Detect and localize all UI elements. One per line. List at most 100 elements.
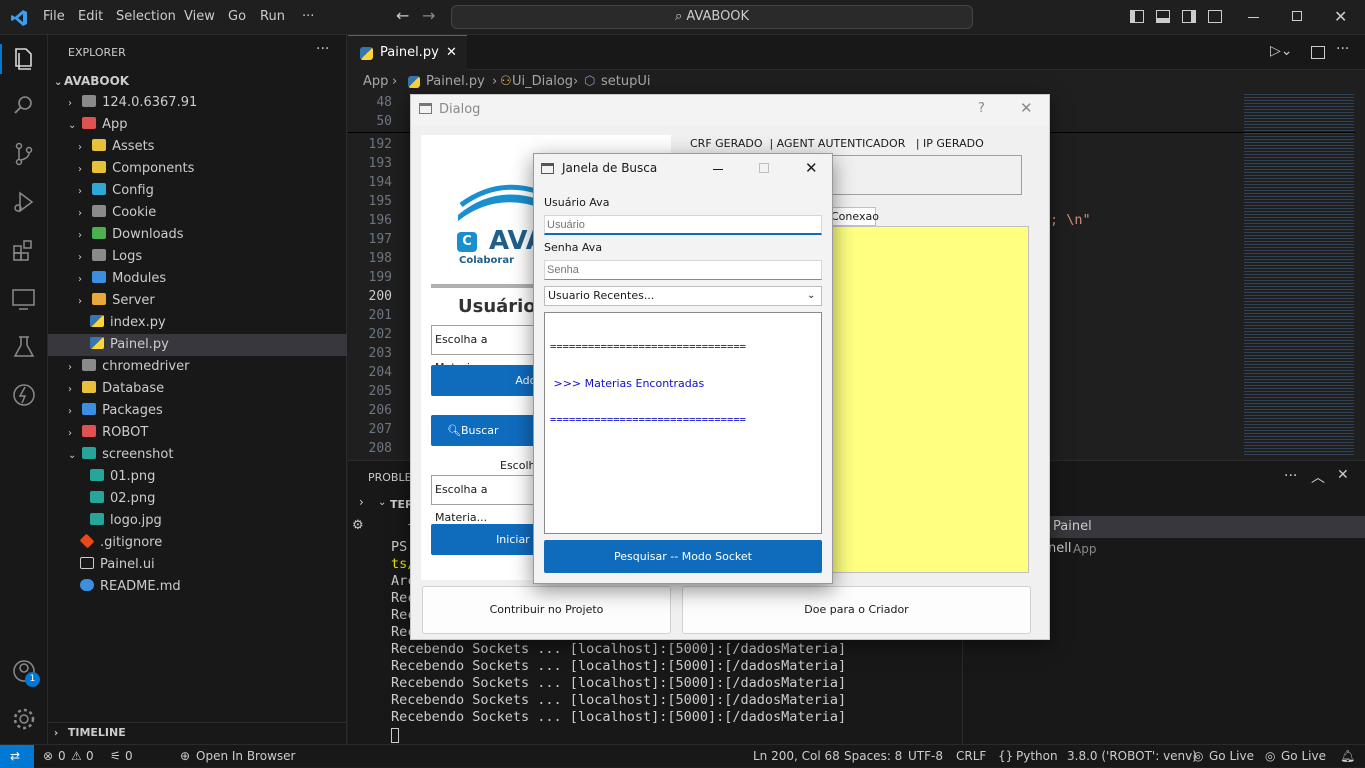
back-arrow-icon[interactable]: ←	[396, 6, 409, 25]
tree-item[interactable]: ⌄ screenshot	[48, 444, 347, 466]
minimize-icon[interactable]	[1248, 17, 1259, 18]
toggle-sidebar-icon[interactable]	[1130, 10, 1144, 23]
tree-item[interactable]: › Assets	[48, 136, 347, 158]
command-center[interactable]: ⌕ AVABOOK	[451, 5, 973, 29]
tree-item[interactable]: › Modules	[48, 268, 347, 290]
scrollbar[interactable]	[1355, 94, 1365, 456]
contribuir-button[interactable]: Contribuir no Projeto	[422, 586, 671, 634]
remote-explorer-icon[interactable]	[10, 285, 38, 313]
tree-item[interactable]: ⌄ App	[48, 114, 347, 136]
tree-item[interactable]: › ROBOT	[48, 422, 347, 444]
language-mode[interactable]: Python	[1016, 749, 1058, 763]
pesquisar-button[interactable]: Pesquisar -- Modo Socket	[544, 540, 822, 573]
errors-icon[interactable]: ⊗	[43, 749, 53, 763]
maximize-panel-icon[interactable]: ︿	[1311, 467, 1325, 487]
cursor-position[interactable]: Ln 200, Col 68	[753, 749, 840, 763]
menu-more[interactable]: ···	[302, 9, 314, 24]
more-actions-icon[interactable]: ···	[316, 41, 329, 57]
indentation[interactable]: Spaces: 8	[844, 749, 902, 763]
tree-item[interactable]: › Logs	[48, 246, 347, 268]
restore-icon[interactable]	[1292, 11, 1302, 21]
search-icon[interactable]	[10, 92, 38, 120]
tree-item[interactable]: logo.jpg	[48, 510, 347, 532]
run-file-icon[interactable]: ▷⌄	[1270, 43, 1293, 59]
breadcrumb-app[interactable]: App	[363, 71, 388, 93]
source-control-icon[interactable]	[10, 140, 38, 168]
terminal-icon[interactable]: ⚙	[352, 518, 364, 533]
tree-item[interactable]: › chromedriver	[48, 356, 347, 378]
settings-gear-icon[interactable]	[10, 705, 38, 733]
customize-layout-icon[interactable]	[1208, 10, 1222, 23]
buscar-materia-button[interactable]: 🔍︎Buscar Materia	[431, 415, 541, 468]
close-panel-icon[interactable]: ✕	[1337, 467, 1349, 483]
menu-view[interactable]: View	[184, 9, 215, 24]
doe-button[interactable]: Doe para o Criador	[682, 586, 1031, 634]
line-endings[interactable]: CRLF	[956, 749, 986, 763]
explorer-icon[interactable]	[10, 45, 38, 73]
close-window-icon[interactable]: ✕	[1334, 7, 1347, 26]
materia-combo-2[interactable]: Escolha a Materia...	[431, 475, 541, 524]
close-busca-icon[interactable]: ✕	[805, 159, 818, 177]
tree-item[interactable]: › Cookie	[48, 202, 347, 224]
tree-item[interactable]: Painel.ui	[48, 554, 347, 576]
ports-icon[interactable]: ⚟	[110, 749, 121, 763]
tree-item[interactable]: › Packages	[48, 400, 347, 422]
help-button[interactable]: ?	[978, 101, 985, 116]
toggle-panel-icon[interactable]	[1156, 10, 1170, 23]
iniciar-button[interactable]: Iniciar T	[431, 524, 541, 555]
warnings-icon[interactable]: ⚠	[71, 749, 82, 763]
menu-selection[interactable]: Selection	[116, 9, 176, 24]
log-area[interactable]	[831, 226, 1029, 573]
tree-item[interactable]: 01.png	[48, 466, 347, 488]
go-live-2[interactable]: Go Live	[1281, 749, 1326, 763]
tab-painel-py[interactable]: Painel.py ✕	[348, 35, 467, 71]
encoding[interactable]: UTF-8	[908, 749, 943, 763]
usuarios-recentes-select[interactable]: Usuario Recentes... ⌄	[544, 286, 822, 306]
menu-go[interactable]: Go	[228, 9, 246, 24]
breadcrumb-class[interactable]: Ui_Dialog	[512, 71, 573, 93]
notifications-bell-icon[interactable]: 🔔︎	[1340, 749, 1355, 763]
tree-item-selected[interactable]: Painel.py	[48, 334, 347, 356]
tree-item[interactable]: .gitignore	[48, 532, 347, 554]
panel-more-icon[interactable]: ···	[1284, 468, 1297, 484]
tree-item[interactable]: › Downloads	[48, 224, 347, 246]
close-tab-icon[interactable]: ✕	[446, 36, 457, 70]
tree-item[interactable]: › 124.0.6367.91	[48, 92, 347, 114]
tree-item[interactable]: README.md	[48, 576, 347, 598]
tree-item[interactable]: index.py	[48, 312, 347, 334]
menu-file[interactable]: File	[43, 9, 65, 24]
open-in-browser[interactable]: Open In Browser	[196, 749, 295, 763]
senha-input[interactable]	[544, 260, 822, 280]
forward-arrow-icon[interactable]: →	[422, 6, 435, 25]
tree-item[interactable]: › Server	[48, 290, 347, 312]
tree-item[interactable]: 02.png	[48, 488, 347, 510]
tree-root[interactable]: ⌄ AVABOOK	[48, 70, 347, 92]
terminal-list-item[interactable]: nell	[1048, 541, 1071, 556]
menu-edit[interactable]: Edit	[78, 9, 103, 24]
python-interpreter[interactable]: 3.8.0 ('ROBOT': venv)	[1067, 749, 1197, 763]
timeline-section[interactable]: › TIMELINE	[48, 722, 347, 744]
go-live-1[interactable]: Go Live	[1209, 749, 1254, 763]
usuario-input[interactable]	[544, 215, 822, 235]
toggle-secondary-sidebar-icon[interactable]	[1182, 10, 1196, 23]
tree-item[interactable]: › Components	[48, 158, 347, 180]
terminal-list-item[interactable]: Painel	[1053, 519, 1092, 534]
dialog-titlebar[interactable]: Dialog ? ✕	[411, 95, 1049, 125]
minimap[interactable]	[1244, 94, 1354, 456]
live-server-icon[interactable]	[10, 381, 38, 409]
chevron-down-icon[interactable]: ⌄	[378, 497, 386, 508]
breadcrumb-method[interactable]: setupUi	[601, 71, 651, 93]
add-button[interactable]: Add	[431, 365, 541, 396]
menu-run[interactable]: Run	[260, 9, 285, 24]
materia-combo-1[interactable]: Escolha a Materia...	[431, 325, 541, 374]
more-actions-icon[interactable]: ···	[1336, 41, 1349, 57]
run-debug-icon[interactable]	[10, 188, 38, 216]
breadcrumb-file[interactable]: Painel.py	[426, 71, 485, 93]
testing-icon[interactable]	[10, 333, 38, 361]
split-editor-icon[interactable]	[1311, 46, 1325, 59]
extensions-icon[interactable]	[10, 236, 38, 264]
tree-item[interactable]: › Database	[48, 378, 347, 400]
chevron-right-icon[interactable]: ›	[359, 495, 364, 509]
minimize-icon[interactable]	[713, 169, 723, 170]
tab-conexao[interactable]: Conexao	[826, 207, 879, 226]
